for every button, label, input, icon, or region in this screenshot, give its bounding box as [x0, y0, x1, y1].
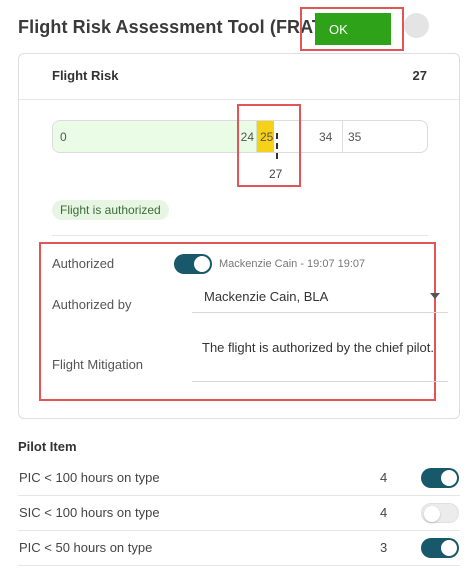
- pilot-item-toggle[interactable]: [421, 468, 459, 488]
- flight-risk-label: Flight Risk: [52, 68, 119, 83]
- toggle-knob: [424, 506, 440, 522]
- authorized-toggle[interactable]: [174, 254, 212, 274]
- toggle-knob: [194, 256, 210, 272]
- toggle-knob: [441, 540, 457, 556]
- ok-status-button[interactable]: OK: [315, 13, 391, 45]
- authorized-by-value: Mackenzie Cain, BLA: [204, 289, 329, 304]
- pilot-item-toggle[interactable]: [421, 503, 459, 523]
- header: Flight Risk Assessment Tool (FRAT): [18, 14, 329, 40]
- pilot-item-label: PIC < 100 hours on type: [19, 470, 160, 485]
- chevron-down-icon: [430, 293, 440, 299]
- pilot-item-row: PIC < 100 hours on type 4: [18, 461, 460, 496]
- pilot-item-points: 4: [380, 505, 388, 520]
- page-title: Flight Risk Assessment Tool (FRAT): [18, 16, 330, 37]
- flight-risk-card: Flight Risk 27 0 24 25 34 35 27 Flight i…: [18, 53, 460, 419]
- pilot-item-points: 3: [380, 540, 388, 555]
- pilot-item-row: SIC < 100 hours on type 4: [18, 496, 460, 531]
- pilot-item-label: PIC < 50 hours on type: [19, 540, 153, 555]
- authorization-status-badge: Flight is authorized: [52, 200, 169, 220]
- authorized-by-label: Authorized by: [52, 297, 132, 312]
- divider: [52, 235, 428, 236]
- authorized-by-select[interactable]: Mackenzie Cain, BLA: [192, 279, 448, 313]
- authorized-label: Authorized: [52, 256, 115, 271]
- pilot-item-row: PIC < 50 hours on type 3: [18, 531, 460, 566]
- flight-mitigation-label: Flight Mitigation: [52, 357, 144, 372]
- flight-risk-row: Flight Risk 27: [19, 54, 459, 100]
- scale-tick-0: 0: [60, 130, 67, 144]
- pilot-item-label: SIC < 100 hours on type: [19, 505, 160, 520]
- toggle-knob: [441, 470, 457, 486]
- scale-tick-35: 35: [348, 130, 362, 144]
- pilot-item-title: Pilot Item: [18, 439, 77, 454]
- authorized-meta: Mackenzie Cain - 19:07 19:07: [219, 258, 366, 270]
- status-circle-icon[interactable]: [404, 13, 429, 38]
- scale-tick-34: 34: [319, 130, 333, 144]
- flight-risk-value: 27: [412, 68, 427, 83]
- risk-scale-green-segment: 0 24: [53, 121, 257, 152]
- authorization-section: Authorized Mackenzie Cain - 19:07 19:07 …: [39, 242, 448, 401]
- scale-separator: [342, 121, 343, 152]
- status-highlight: OK: [300, 7, 404, 51]
- risk-marker-value: 27: [269, 167, 283, 181]
- pilot-item-points: 4: [380, 470, 388, 485]
- flight-mitigation-field[interactable]: The flight is authorized by the chief pi…: [192, 324, 448, 382]
- risk-marker-line: [276, 133, 278, 159]
- pilot-item-toggle[interactable]: [421, 538, 459, 558]
